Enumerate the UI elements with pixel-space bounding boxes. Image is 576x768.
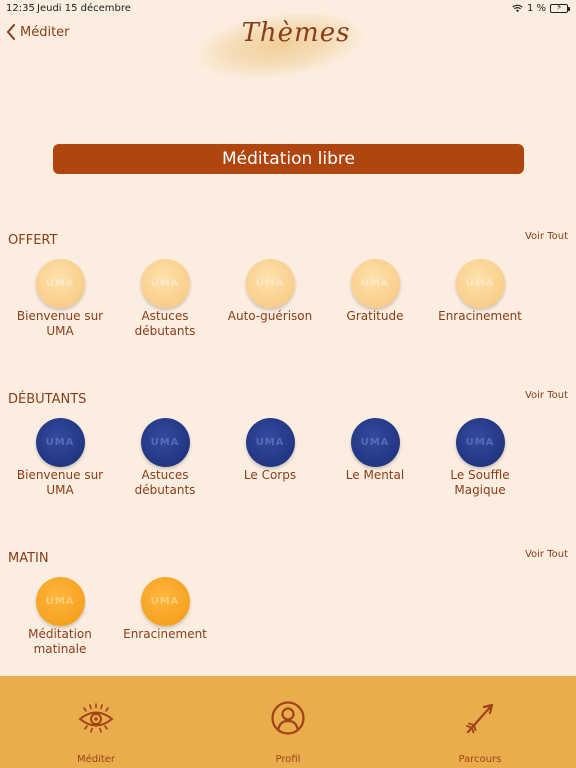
eye-icon (78, 703, 114, 733)
status-date: Jeudi 15 décembre (37, 3, 131, 14)
theme-label: Astuces débutants (134, 309, 196, 338)
theme-label: Méditation matinale (28, 627, 92, 656)
page-title: Thèmes (241, 18, 351, 48)
tab-label: Parcours (458, 754, 502, 765)
uma-logo-icon: UMA (245, 259, 295, 308)
status-time: 12:35 (6, 3, 35, 14)
battery-percent: 1 % (526, 3, 546, 14)
theme-item[interactable]: UMA Astuces débutants (115, 259, 215, 339)
tab-profil[interactable]: Profil (238, 676, 338, 768)
tab-mediter[interactable]: Méditer (46, 676, 146, 768)
theme-item[interactable]: UMA Enracinement (115, 577, 215, 642)
free-meditation-label: Méditation libre (221, 149, 355, 169)
theme-label: Gratitude (346, 309, 404, 323)
battery-icon: ⚡ (550, 3, 570, 13)
tab-parcours[interactable]: Parcours (430, 676, 530, 768)
theme-item[interactable]: UMA Méditation matinale (10, 577, 110, 657)
theme-item[interactable]: UMA Bienvenue sur UMA (10, 259, 110, 339)
uma-logo-icon: UMA (140, 418, 190, 467)
theme-label: Le Corps (243, 468, 297, 482)
theme-label: Enracinement (123, 627, 207, 641)
back-button[interactable]: Méditer (6, 24, 70, 40)
uma-logo-icon: UMA (245, 418, 295, 467)
theme-item[interactable]: UMA Bienvenue sur UMA (10, 418, 110, 498)
free-meditation-button[interactable]: Méditation libre (53, 144, 524, 174)
uma-logo-icon: UMA (35, 259, 85, 308)
theme-label: Auto-guérison (227, 309, 313, 323)
arrow-icon (466, 703, 494, 734)
status-right: 1 % ⚡ (512, 3, 570, 14)
back-label: Méditer (20, 24, 70, 40)
profile-icon (271, 701, 305, 735)
tab-label: Profil (275, 754, 301, 765)
uma-logo-icon: UMA (35, 418, 85, 467)
theme-label: Bienvenue sur UMA (16, 468, 104, 497)
theme-item[interactable]: UMA Le Corps (220, 418, 320, 483)
theme-item[interactable]: UMA Enracinement (430, 259, 530, 324)
section-title: MATIN (8, 551, 49, 566)
uma-logo-icon: UMA (455, 418, 505, 467)
theme-label: Le Mental (345, 468, 405, 482)
theme-label: Le Souffle Magique (450, 468, 510, 497)
section-title: OFFERT (8, 233, 58, 248)
uma-logo-icon: UMA (350, 259, 400, 308)
see-all-link[interactable]: Voir Tout (525, 231, 568, 242)
theme-item[interactable]: UMA Le Souffle Magique (430, 418, 530, 498)
theme-item[interactable]: UMA Auto-guérison (220, 259, 320, 324)
theme-item[interactable]: UMA Astuces débutants (115, 418, 215, 498)
theme-label: Enracinement (438, 309, 522, 323)
uma-logo-icon: UMA (35, 577, 85, 626)
wifi-icon (512, 4, 523, 13)
theme-label: Bienvenue sur UMA (16, 309, 104, 338)
theme-item[interactable]: UMA Gratitude (325, 259, 425, 324)
see-all-link[interactable]: Voir Tout (525, 549, 568, 560)
theme-item[interactable]: UMA Le Mental (325, 418, 425, 483)
uma-logo-icon: UMA (455, 259, 505, 308)
tab-label: Méditer (76, 754, 116, 765)
uma-logo-icon: UMA (140, 259, 190, 308)
theme-label: Astuces débutants (134, 468, 196, 497)
section-title: DÉBUTANTS (8, 392, 87, 407)
see-all-link[interactable]: Voir Tout (525, 390, 568, 401)
uma-logo-icon: UMA (140, 577, 190, 626)
uma-logo-icon: UMA (350, 418, 400, 467)
chevron-left-icon (6, 24, 15, 40)
tab-bar: Méditer Profil Parcours (0, 676, 576, 768)
